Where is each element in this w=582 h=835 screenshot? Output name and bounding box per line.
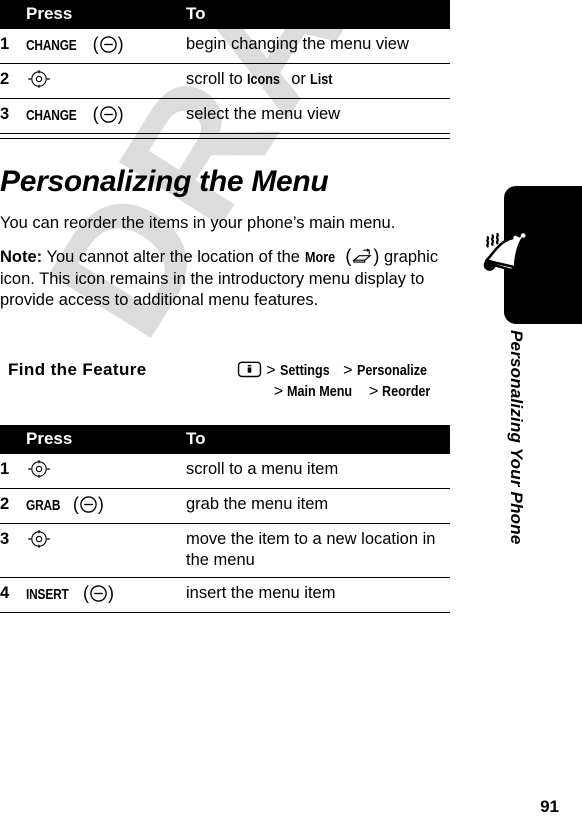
- navigation-key-icon: [26, 529, 50, 548]
- step-description: scroll to a menu item: [186, 460, 339, 478]
- table-row: 3 CHANGE () select the menu view: [0, 98, 450, 133]
- column-header-number: [0, 0, 26, 29]
- step-press-cell: CHANGE (): [26, 29, 186, 64]
- table-body: 1 CHANGE () begin changing the menu view…: [0, 29, 450, 133]
- table-row: 3 move the item to a new location in the…: [0, 523, 450, 578]
- page-title: Personalizing the Menu: [0, 165, 329, 198]
- menu-key-icon: [237, 361, 262, 378]
- path-item-settings: Settings: [279, 362, 330, 379]
- menu-path: > Settings > Personalize > Main Menu > R…: [170, 360, 440, 402]
- paren-close: ): [117, 104, 124, 124]
- top-procedure-table-wrap: Press To 1 CHANGE () begin changing the …: [0, 0, 450, 139]
- more-graphic-icon: [351, 248, 373, 266]
- step-number: 2: [0, 63, 26, 99]
- table-body: 1 scroll to a menu item 2 GRAB () grab t…: [0, 454, 450, 612]
- step-description: move the item to a new location in the m…: [186, 523, 450, 578]
- chapter-title-text: Personalizing Your Phone: [507, 330, 526, 545]
- step-press-cell: INSERT (): [26, 577, 186, 612]
- note-paragraph-wrap: Note: You cannot alter the location of t…: [0, 246, 450, 312]
- keyword-more: More: [304, 249, 335, 266]
- column-header-press: Press: [26, 0, 186, 29]
- paren-close: ): [107, 583, 114, 603]
- step-description: begin changing the menu view: [186, 35, 409, 53]
- paren-close: ): [117, 34, 124, 54]
- column-header-to: To: [186, 425, 450, 454]
- softkey-label: GRAB: [26, 498, 61, 514]
- menu-path-line-2: > Main Menu > Reorder: [170, 381, 440, 402]
- intro-paragraph-wrap: You can reorder the items in your phone’…: [0, 213, 450, 235]
- step-number: 3: [0, 98, 26, 133]
- table-row: 1 CHANGE () begin changing the menu view: [0, 29, 450, 64]
- navigation-key-icon: [26, 69, 50, 88]
- keyword-icons: Icons: [247, 71, 281, 88]
- step-number: 1: [0, 35, 10, 53]
- table-bottom-rule: [0, 133, 450, 139]
- ringing-bell-icon: [476, 226, 544, 288]
- step-description: select the menu view: [186, 98, 450, 133]
- page-number: 91: [540, 797, 559, 816]
- step-press-cell: GRAB (): [26, 488, 186, 524]
- paren-close: ): [97, 494, 104, 514]
- step-description: insert the menu item: [186, 577, 450, 612]
- navigation-key-icon: [26, 459, 50, 478]
- table-header-row: Press To: [0, 0, 450, 29]
- top-procedure-table: Press To 1 CHANGE () begin changing the …: [0, 0, 450, 133]
- find-the-feature-label: Find the Feature: [8, 360, 147, 379]
- paren-open: (: [87, 104, 99, 124]
- path-item-main-menu: Main Menu: [287, 383, 353, 400]
- paren-open: (: [77, 583, 89, 603]
- softkey-label: INSERT: [26, 587, 69, 603]
- step-number: 1: [0, 460, 10, 478]
- find-the-feature-block: Find the Feature > Settings > Personaliz…: [0, 360, 450, 412]
- path-separator: >: [273, 383, 284, 400]
- step-press-cell: CHANGE (): [26, 98, 186, 133]
- chapter-title-vertical: Personalizing Your Phone: [470, 330, 582, 590]
- bottom-procedure-table-wrap: Press To 1 scroll to a menu item 2 GRAB …: [0, 425, 450, 613]
- softkey-icon: [89, 584, 108, 603]
- table-row: 1 scroll to a menu item: [0, 454, 450, 489]
- softkey-label: CHANGE: [26, 38, 77, 54]
- step-description: scroll to Icons or List: [186, 63, 450, 99]
- path-item-reorder: Reorder: [382, 383, 431, 400]
- chapter-sidebar: Personalizing Your Phone: [470, 0, 582, 835]
- step-press-cell: [26, 454, 186, 489]
- column-header-to: To: [186, 0, 450, 29]
- desc-prefix: scroll to: [186, 70, 248, 88]
- step-number: 3: [0, 523, 26, 578]
- menu-path-line-1: > Settings > Personalize: [170, 360, 440, 381]
- softkey-label: CHANGE: [26, 108, 77, 124]
- softkey-icon: [99, 35, 118, 54]
- column-header-number: [0, 425, 26, 454]
- step-number: 2: [0, 488, 26, 524]
- paren-open: (: [67, 494, 79, 514]
- section-heading-wrap: Personalizing the Menu: [0, 165, 450, 199]
- table-row: 4 INSERT () insert the menu item: [0, 577, 450, 612]
- table-row: 2 GRAB () grab the menu item: [0, 488, 450, 524]
- note-label: Note:: [0, 248, 43, 266]
- step-description: grab the menu item: [186, 488, 450, 524]
- note-part-1: You cannot alter the location of the: [42, 248, 305, 266]
- table-header-row: Press To: [0, 425, 450, 454]
- table-bottom-rule: [0, 612, 450, 613]
- desc-mid: or: [286, 70, 311, 88]
- step-press-cell: [26, 523, 186, 578]
- table-row: 2 scroll to Icons or List: [0, 63, 450, 99]
- column-header-press: Press: [26, 425, 186, 454]
- table-header: Press To: [0, 425, 450, 454]
- path-item-personalize: Personalize: [356, 362, 427, 379]
- keyword-list: List: [310, 71, 333, 88]
- note-paragraph: Note: You cannot alter the location of t…: [0, 246, 450, 312]
- step-press-cell: [26, 63, 186, 99]
- softkey-icon: [99, 105, 118, 124]
- table-header: Press To: [0, 0, 450, 29]
- intro-paragraph: You can reorder the items in your phone’…: [0, 214, 396, 232]
- step-number: 4: [0, 577, 26, 612]
- paren-open: (: [87, 34, 99, 54]
- path-separator: >: [343, 362, 353, 379]
- path-separator: >: [266, 362, 276, 379]
- bottom-procedure-table: Press To 1 scroll to a menu item 2 GRAB …: [0, 425, 450, 612]
- softkey-icon: [79, 495, 98, 514]
- path-separator: >: [368, 383, 379, 400]
- paren-open: (: [340, 246, 352, 266]
